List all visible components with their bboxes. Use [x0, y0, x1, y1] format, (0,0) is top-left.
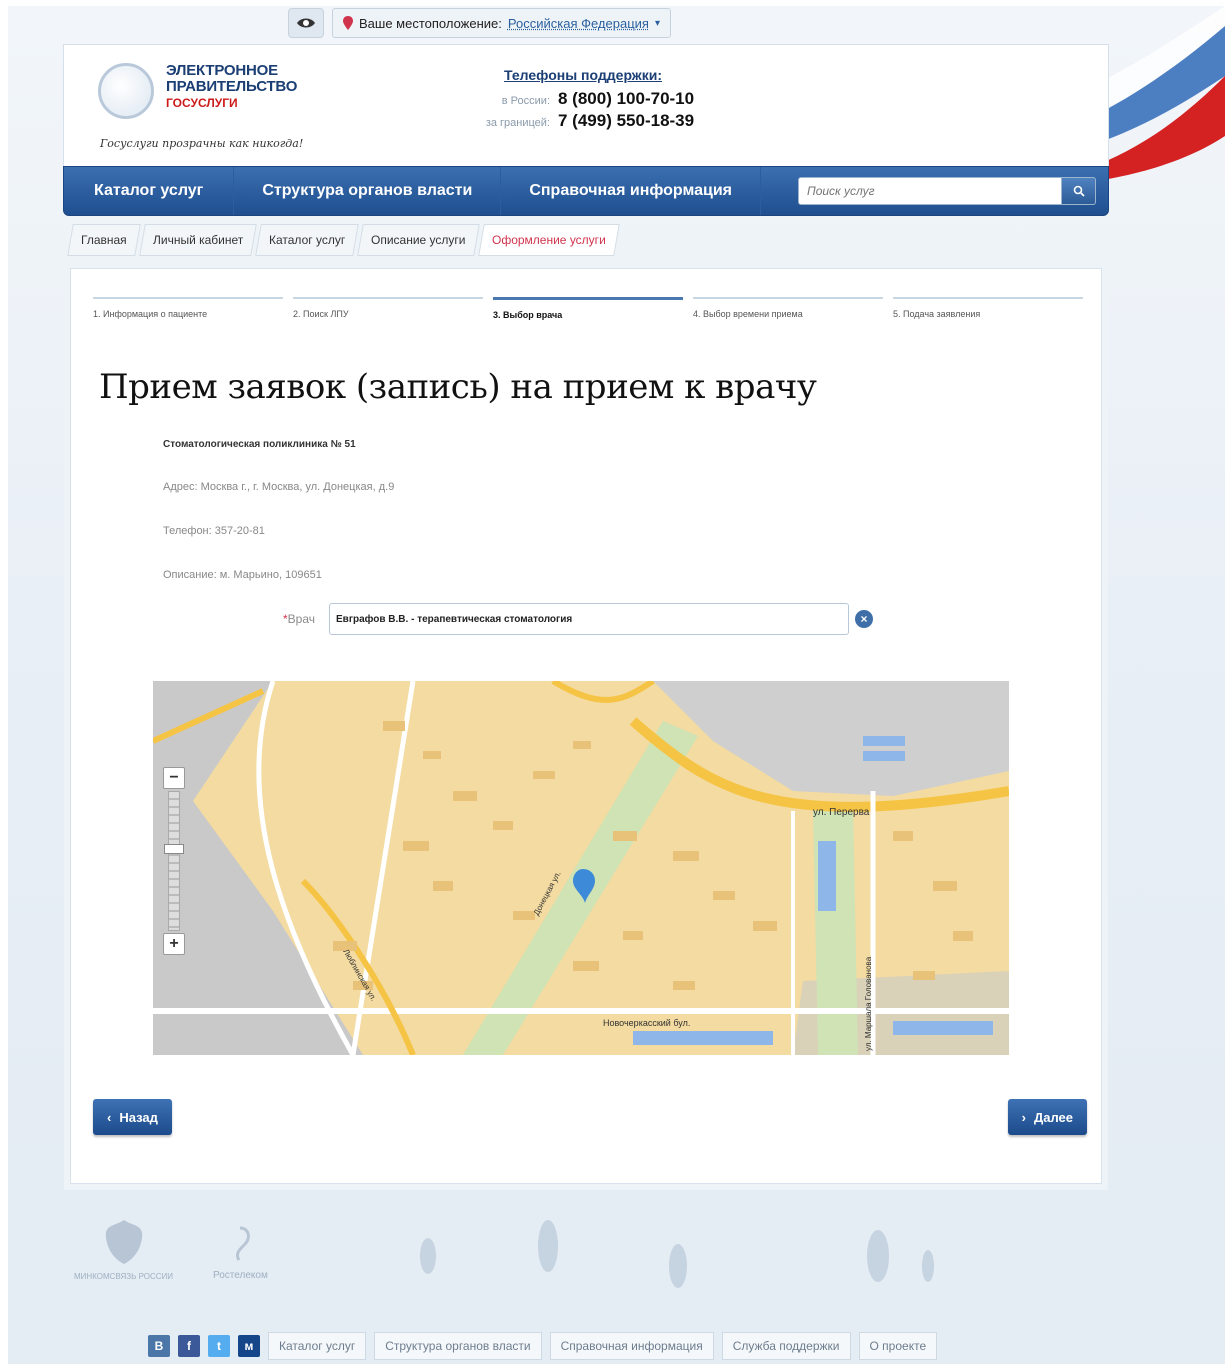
- breadcrumb-item-catalog[interactable]: Каталог услуг: [255, 224, 359, 256]
- footer-link-catalog[interactable]: Каталог услуг: [268, 1332, 367, 1360]
- page: Ваше местоположение: Российская Федераци…: [8, 6, 1225, 1364]
- site-logo-text[interactable]: ЭЛЕКТРОННОЕ ПРАВИТЕЛЬСТВО ГОСУСЛУГИ: [166, 63, 297, 111]
- clinic-map[interactable]: ул. Перерва Новочеркасский бул. ул. Марш…: [153, 681, 1009, 1055]
- rostelecom-icon: [236, 1226, 251, 1261]
- breadcrumb-item-description[interactable]: Описание услуги: [357, 224, 480, 256]
- site-header: ЭЛЕКТРОННОЕ ПРАВИТЕЛЬСТВО ГОСУСЛУГИ Госу…: [63, 44, 1109, 168]
- map-street-label: ул. Перерва: [813, 807, 870, 818]
- logo-line-2: ПРАВИТЕЛЬСТВО: [166, 78, 298, 95]
- phone-row: за границей: 7 (499) 550-18-39: [472, 111, 694, 133]
- location-value-link[interactable]: Российская Федерация: [508, 16, 649, 31]
- clinic-phone: Телефон: 357-20-81: [163, 525, 265, 537]
- people-silhouettes: [420, 1220, 934, 1288]
- content-card: 1. Информация о пациенте 2. Поиск ЛПУ 3.…: [70, 268, 1102, 1184]
- location-selector: Ваше местоположение: Российская Федераци…: [332, 8, 671, 38]
- step-doctor-choice: 3. Выбор врача: [493, 297, 683, 320]
- nav-item-catalog[interactable]: Каталог услуг: [64, 167, 235, 215]
- map-street-label: ул. Маршала Голованова: [864, 956, 873, 1051]
- search-input[interactable]: [798, 177, 1062, 205]
- map-pin-icon: [343, 16, 353, 30]
- breadcrumb-item-current: Оформление услуги: [477, 224, 620, 256]
- clinic-description: Описание: м. Марьино, 109651: [163, 569, 322, 581]
- next-button-label: Далее: [1033, 1109, 1073, 1125]
- main-nav: Каталог услуг Структура органов власти С…: [63, 166, 1109, 216]
- phone-label: в России:: [501, 95, 550, 107]
- map-canvas: ул. Перерва Новочеркасский бул. ул. Марш…: [153, 681, 1009, 1055]
- zoom-out-button[interactable]: −: [163, 767, 185, 789]
- phone-label: за границей:: [485, 117, 550, 129]
- page-title: Прием заявок (запись) на прием к врачу: [99, 367, 817, 407]
- location-label: Ваше местоположение:: [359, 15, 502, 31]
- search-box: [798, 177, 1096, 205]
- vk-icon[interactable]: В: [148, 1335, 170, 1357]
- operator-name: Ростелеком: [213, 1270, 268, 1281]
- nav-item-reference[interactable]: Справочная информация: [501, 167, 762, 215]
- chevron-right-icon: ›: [1021, 1109, 1026, 1125]
- chevron-down-icon[interactable]: ▾: [655, 18, 660, 29]
- phone-number: 8 (800) 100-70-10: [558, 89, 695, 108]
- clinic-address: Адрес: Москва г., г. Москва, ул. Донецка…: [163, 481, 395, 493]
- zoom-in-button[interactable]: +: [163, 933, 185, 955]
- footer-logos: МИНКОМСВЯЗЬ РОССИИ Ростелеком: [74, 1216, 268, 1281]
- facebook-icon[interactable]: f: [178, 1335, 200, 1357]
- back-button[interactable]: ‹ Назад: [93, 1099, 172, 1135]
- next-button[interactable]: › Далее: [1007, 1099, 1087, 1135]
- clinic-name: Стоматологическая поликлиника № 51: [163, 439, 356, 450]
- phone-number: 7 (499) 550-18-39: [558, 111, 695, 130]
- chevron-left-icon: ‹: [107, 1109, 112, 1125]
- nav-item-structure[interactable]: Структура органов власти: [234, 167, 502, 215]
- clear-icon[interactable]: ×: [855, 610, 873, 628]
- location-bar: Ваше местоположение: Российская Федераци…: [288, 6, 671, 40]
- footer-link-support[interactable]: Служба поддержки: [721, 1332, 851, 1360]
- footer-bar: В f t м Каталог услуг Структура органов …: [148, 1332, 938, 1360]
- map-zoom-control: − +: [163, 767, 185, 955]
- eye-icon: [297, 18, 315, 28]
- phone-row: в России: 8 (800) 100-70-10: [472, 89, 694, 111]
- gosuslugi-logo-icon[interactable]: [98, 63, 154, 119]
- search-button[interactable]: [1062, 177, 1096, 205]
- moy-mir-icon[interactable]: м: [238, 1335, 260, 1357]
- zoom-slider-knob[interactable]: [164, 844, 184, 854]
- logo-line-1: ЭЛЕКТРОННОЕ: [166, 62, 278, 79]
- twitter-icon[interactable]: t: [208, 1335, 230, 1357]
- doctor-select[interactable]: Евграфов В.В. - терапевтическая стоматол…: [329, 603, 849, 635]
- doctor-field-row: *Врач Евграфов В.В. - терапевтическая ст…: [259, 603, 873, 635]
- back-button-label: Назад: [119, 1109, 158, 1125]
- ministry-name: МИНКОМСВЯЗЬ РОССИИ: [74, 1272, 174, 1281]
- support-phones: Телефоны поддержки: в России: 8 (800) 10…: [472, 67, 694, 133]
- accessibility-eye-button[interactable]: [288, 8, 324, 38]
- coat-of-arms-icon: [105, 1220, 142, 1264]
- slogan: Госуслуги прозрачны как никогда!: [100, 137, 304, 150]
- breadcrumb: Главная Личный кабинет Каталог услуг Опи…: [67, 224, 620, 256]
- support-title-link[interactable]: Телефоны поддержки:: [504, 67, 694, 83]
- step-time-choice: 4. Выбор времени приема: [693, 297, 883, 320]
- zoom-slider[interactable]: [164, 791, 184, 931]
- breadcrumb-item-cabinet[interactable]: Личный кабинет: [138, 224, 257, 256]
- logo-line-3: ГОСУСЛУГИ: [166, 96, 238, 110]
- step-submit: 5. Подача заявления: [893, 297, 1083, 320]
- search-icon: [1073, 185, 1085, 197]
- footer-link-reference[interactable]: Справочная информация: [549, 1332, 714, 1360]
- map-street-label: Новочеркасский бул.: [603, 1018, 690, 1028]
- rostelecom-logo[interactable]: Ростелеком: [213, 1224, 268, 1281]
- footer-link-structure[interactable]: Структура органов власти: [374, 1332, 542, 1360]
- step-clinic-search: 2. Поиск ЛПУ: [293, 297, 483, 320]
- ministry-logo[interactable]: МИНКОМСВЯЗЬ РОССИИ: [74, 1216, 173, 1281]
- breadcrumb-item-home[interactable]: Главная: [67, 224, 141, 256]
- footer-link-about[interactable]: О проекте: [858, 1332, 938, 1360]
- step-patient-info: 1. Информация о пациенте: [93, 297, 283, 320]
- wizard-steps: 1. Информация о пациенте 2. Поиск ЛПУ 3.…: [93, 297, 1083, 320]
- doctor-label: *Врач: [282, 612, 315, 626]
